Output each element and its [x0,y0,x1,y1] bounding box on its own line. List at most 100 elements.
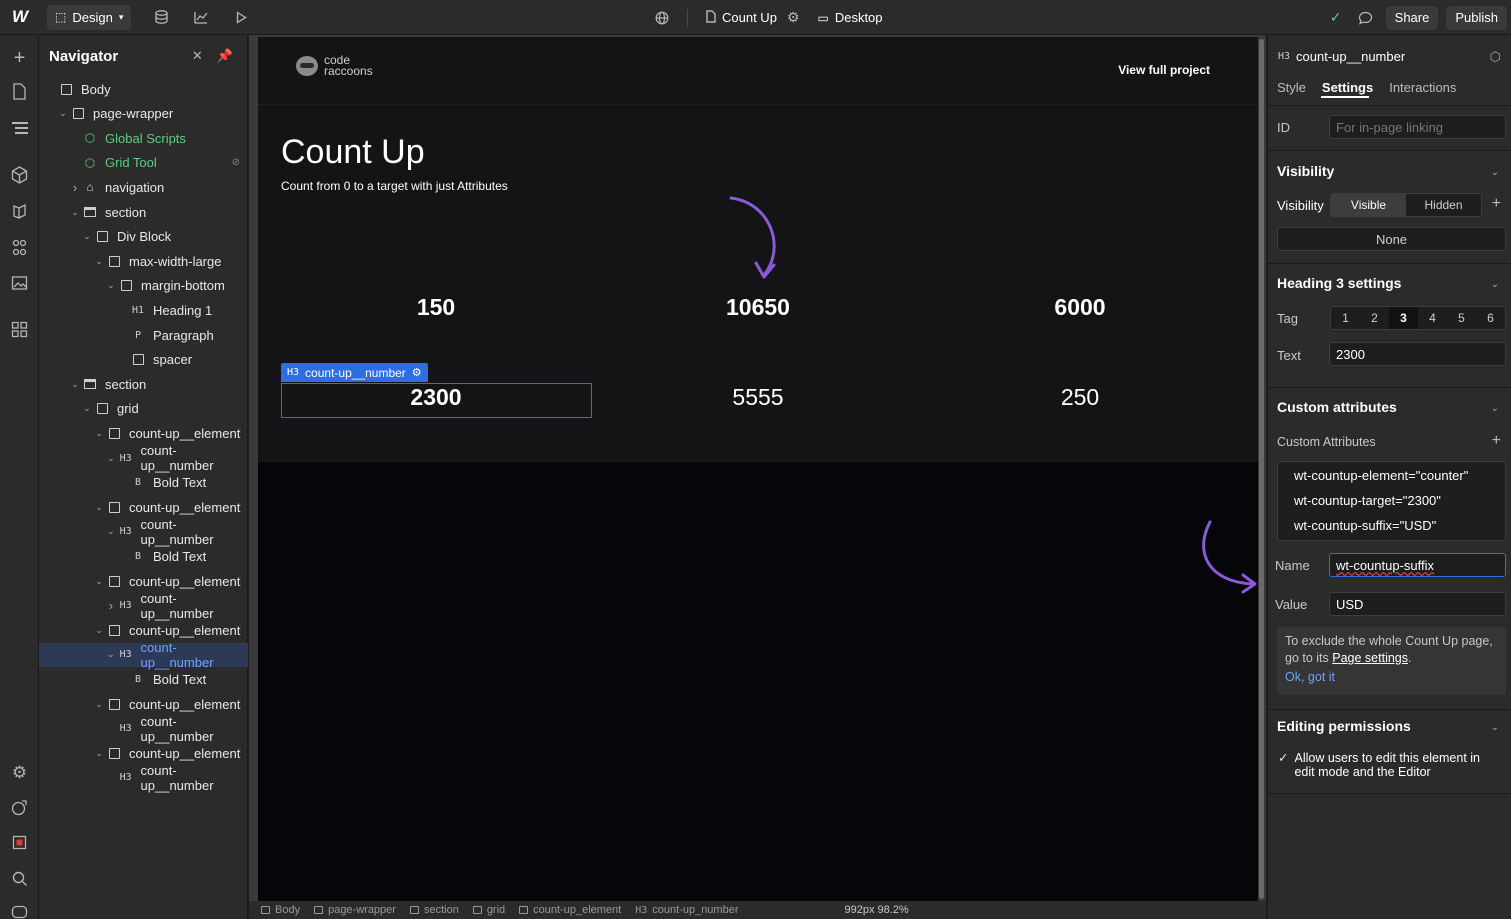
navigator-item[interactable]: › ⌂ navigation [39,175,248,199]
assets-image-icon[interactable] [0,275,39,291]
webflow-logo[interactable]: W [0,0,38,35]
navigator-item[interactable]: ⌄ count-up__element [39,495,248,519]
heading-settings-title[interactable]: Heading 3 settings [1277,275,1401,291]
chevron-down-icon[interactable]: ⌄ [93,576,105,587]
chevron-down-icon[interactable]: ⌄ [93,699,105,710]
search-icon[interactable] [0,871,39,887]
attribute-item[interactable]: wt-countup-element="counter" [1294,468,1468,483]
page-heading[interactable]: Count Up [281,133,425,172]
add-condition-plus-icon[interactable]: + [1492,195,1501,213]
counter-number[interactable]: 10650 [603,294,913,321]
ok-got-it-button[interactable]: Ok, got it [1285,669,1498,686]
publish-button[interactable]: Publish [1446,5,1507,30]
navigator-item[interactable]: ⌄ page-wrapper [39,102,248,126]
allow-edit-checkbox[interactable]: ✓ Allow users to edit this element in ed… [1278,751,1498,779]
attribute-item[interactable]: wt-countup-target="2300" [1294,493,1441,508]
style-selectors-icon[interactable] [0,239,39,256]
chevron-down-icon[interactable]: ⌄ [93,625,105,636]
breadcrumb-item[interactable]: page-wrapper [314,904,396,916]
text-input[interactable]: 2300 [1329,342,1506,366]
visibility-condition-none[interactable]: None [1277,227,1506,251]
counter-number-selected[interactable]: 2300 [281,384,591,411]
navigator-item[interactable]: ⌄ count-up__element [39,569,248,593]
share-button[interactable]: Share [1385,5,1439,30]
chevron-down-icon[interactable]: ⌄ [57,108,69,119]
breadcrumb-item[interactable]: grid [472,904,505,916]
page-selector[interactable]: Count Up [706,9,777,26]
chevron-down-icon[interactable]: ⌄ [81,403,93,414]
design-mode-button[interactable]: ⬚ Design ▾ [47,4,132,30]
site-navbar[interactable]: code raccoons View full project [258,37,1258,105]
tab-interactions[interactable]: Interactions [1389,80,1456,95]
navigator-item[interactable]: ⌄ margin-bottom [39,274,248,298]
tag-option-4[interactable]: 4 [1418,307,1447,329]
tab-settings[interactable]: Settings [1322,80,1373,95]
hidden-eye-icon[interactable]: ⊘ [232,157,240,168]
breadcrumb-item[interactable]: Body [261,904,300,916]
navigator-item[interactable]: ⌄ count-up__element [39,421,248,445]
components-icon[interactable] [0,166,39,184]
chevron-down-icon[interactable]: ⌄ [1491,167,1499,178]
code-raccoons-logo[interactable]: code raccoons [296,54,373,77]
editing-permissions-title[interactable]: Editing permissions [1277,718,1411,734]
attribute-name-input[interactable]: wt-countup-suffix [1329,553,1506,577]
add-attribute-plus-icon[interactable]: + [1492,432,1501,450]
help-chat-icon[interactable] [0,905,39,919]
navigator-item[interactable]: H1 Heading 1 [39,298,248,322]
variables-icon[interactable] [0,203,39,220]
canvas[interactable]: code raccoons View full project Count Up… [258,37,1258,901]
attribute-item[interactable]: wt-countup-suffix="USD" [1294,518,1436,533]
view-full-project-link[interactable]: View full project [1118,63,1210,77]
chevron-down-icon[interactable]: ⌄ [93,256,105,267]
navigator-item[interactable]: ⬡ Global Scripts [39,126,248,150]
chevron-down-icon[interactable]: ⌄ [69,379,81,390]
chevron-right-icon[interactable]: › [105,598,117,613]
pin-icon[interactable]: 📌 [217,48,233,64]
tag-option-3[interactable]: 3 [1389,307,1418,329]
navigator-item[interactable]: B Bold Text [39,667,248,691]
navigator-item[interactable]: P Paragraph [39,323,248,347]
chevron-down-icon[interactable]: ⌄ [81,231,93,242]
chevron-down-icon[interactable]: ⌄ [93,502,105,513]
settings-gear-icon[interactable]: ⚙ [0,763,39,783]
visible-option[interactable]: Visible [1331,194,1406,216]
chevron-down-icon[interactable]: ⌄ [105,526,117,537]
chevron-down-icon[interactable]: ⌄ [105,280,117,291]
analytics-icon[interactable] [191,11,211,24]
navigator-item[interactable]: ⌄ section [39,372,248,396]
navigator-item[interactable]: ⌄ max-width-large [39,249,248,273]
comments-icon[interactable] [1354,11,1378,25]
navigator-item[interactable]: ⌄ count-up__element [39,618,248,642]
audit-icon[interactable] [0,799,39,816]
navigator-item[interactable]: ⌄ H3 count-up__number [39,443,248,473]
navigator-item[interactable]: ⬡ Grid Tool ⊘ [39,151,248,175]
preview-play-icon[interactable] [231,10,251,24]
id-input[interactable] [1329,115,1506,139]
counter-number[interactable]: 150 [281,294,591,321]
canvas-scrollbar[interactable] [1259,39,1264,899]
chevron-down-icon[interactable]: ⌄ [1491,403,1499,414]
selected-element-label[interactable]: H3 count-up__number ⚙ [281,363,428,382]
navigator-item[interactable]: ⌄ count-up__element [39,741,248,765]
cms-database-icon[interactable] [151,10,171,24]
navigator-item[interactable]: spacer [39,348,248,372]
apps-icon[interactable] [0,321,39,338]
attribute-value-input[interactable]: USD [1329,592,1506,616]
element-settings-gear-icon[interactable]: ⚙ [412,366,422,379]
breadcrumb-item[interactable]: H3 count-up_number [635,904,738,916]
page-settings-link[interactable]: Page settings [1332,651,1408,665]
chevron-down-icon[interactable]: ⌄ [93,748,105,759]
chevron-down-icon[interactable]: ⌄ [1491,722,1499,733]
chevron-down-icon[interactable]: ⌄ [93,428,105,439]
chevron-down-icon[interactable]: ⌄ [69,207,81,218]
component-icon[interactable]: ⬡ [1490,49,1501,65]
tag-option-1[interactable]: 1 [1331,307,1360,329]
page-settings-gear-icon[interactable]: ⚙ [787,9,800,26]
hidden-option[interactable]: Hidden [1406,194,1481,216]
page-subheading[interactable]: Count from 0 to a target with just Attri… [281,179,508,193]
navigator-item[interactable]: H3 count-up__number [39,763,248,793]
navigator-item[interactable]: ⌄ H3 count-up__number [39,640,248,670]
add-elements-icon[interactable]: + [0,47,39,70]
record-icon[interactable] [0,835,39,850]
navigator-item[interactable]: ⌄ count-up__element [39,692,248,716]
